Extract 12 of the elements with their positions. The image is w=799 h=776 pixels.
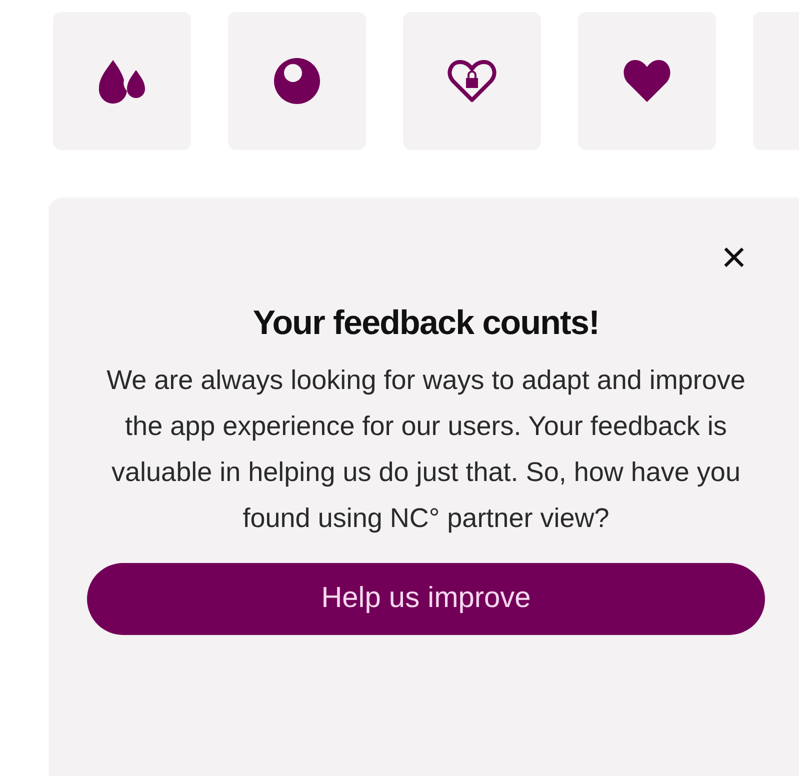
- heart-icon: [622, 58, 672, 104]
- heart-lock-icon: [447, 58, 497, 104]
- water-drops-icon: [96, 58, 148, 104]
- close-button[interactable]: ×: [714, 238, 754, 278]
- feedback-title: Your feedback counts!: [252, 303, 600, 344]
- help-us-improve-button[interactable]: Help us improve: [87, 563, 765, 635]
- category-tile[interactable]: [53, 12, 191, 150]
- ring-icon: [273, 57, 321, 105]
- feedback-message: We are always looking for ways to adapt and improve the app experience for our users. Your feedback is valuable in helping us do just that. So, how have you found using NC° partner view?: [106, 364, 746, 535]
- category-tile[interactable]: [403, 12, 541, 150]
- category-tile[interactable]: [228, 12, 366, 150]
- category-tile[interactable]: [578, 12, 716, 150]
